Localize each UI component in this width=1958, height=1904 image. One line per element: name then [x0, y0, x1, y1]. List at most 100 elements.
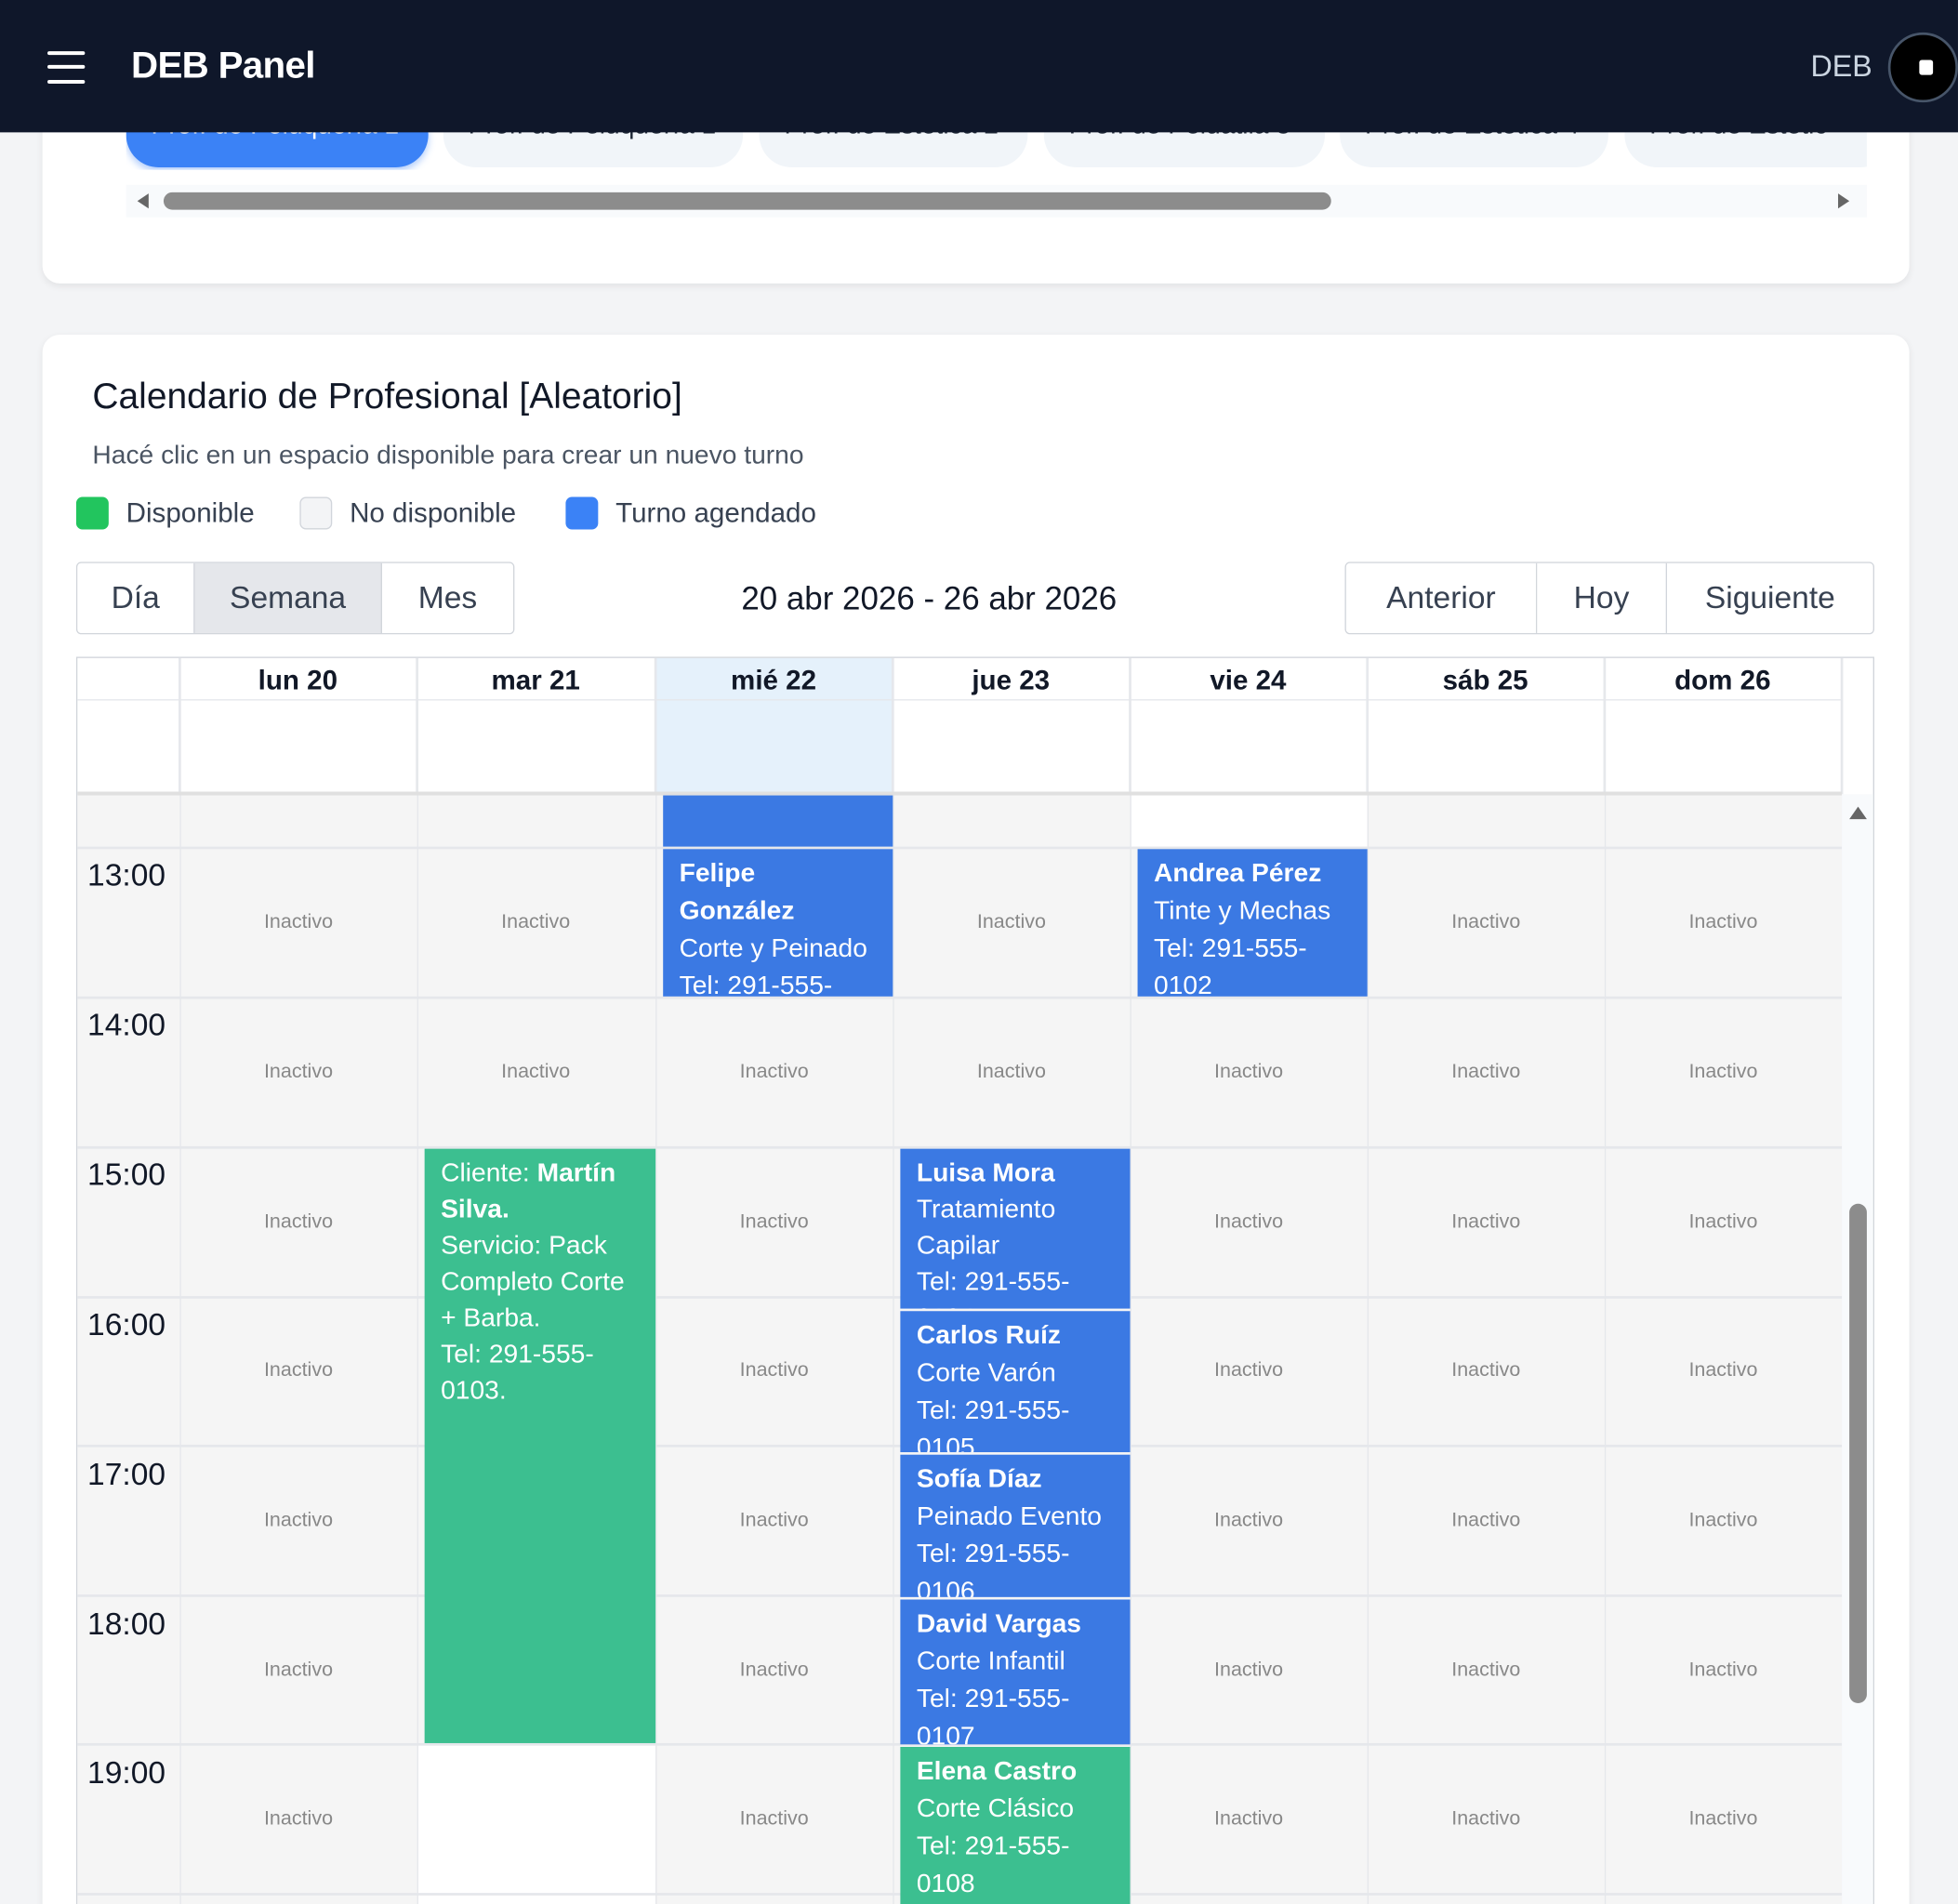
time-label: 13:00	[87, 857, 166, 893]
all-day-slot[interactable]	[1131, 700, 1368, 795]
day-header: mar 21	[417, 657, 656, 701]
inactive-slot-label: Inactivo	[1214, 1807, 1284, 1830]
time-label: 15:00	[87, 1157, 166, 1193]
day-header: jue 23	[893, 657, 1131, 701]
appointment-event[interactable]: Sofía Díaz Peinado Evento Tel: 291-555-0…	[900, 1454, 1131, 1597]
view-week-button[interactable]: Semana	[194, 562, 382, 633]
time-label: 18:00	[87, 1606, 166, 1643]
next-button[interactable]: Siguiente	[1667, 562, 1873, 633]
hour-line	[77, 996, 1843, 999]
all-day-slot[interactable]	[417, 700, 656, 795]
inactive-slot-label: Inactivo	[263, 1509, 334, 1531]
calendar-subtitle: Hacé clic en un espacio disponible para …	[92, 441, 804, 470]
view-day-button[interactable]: Día	[77, 562, 195, 633]
view-switcher: Día Semana Mes	[75, 562, 515, 635]
user-icon	[1919, 60, 1934, 75]
inactive-slot-label: Inactivo	[1688, 1210, 1758, 1233]
inactive-slot-label: Inactivo	[976, 1061, 1046, 1083]
available-slot[interactable]	[417, 1742, 656, 1904]
user-name: DEB	[1810, 49, 1872, 84]
day-header-today: mié 22	[655, 657, 893, 701]
inactive-slot-label: Inactivo	[1688, 1659, 1758, 1681]
time-label: 16:00	[87, 1307, 166, 1342]
inactive-slot-label: Inactivo	[1451, 1509, 1521, 1531]
scroll-right-arrow-icon[interactable]	[1838, 193, 1850, 209]
all-day-slot-today[interactable]	[655, 700, 893, 795]
view-month-button[interactable]: Mes	[381, 562, 514, 633]
day-header: sáb 25	[1367, 657, 1605, 701]
inactive-slot-label: Inactivo	[1451, 1659, 1521, 1681]
grid-divider	[77, 791, 1843, 796]
grid-divider	[1604, 657, 1607, 1904]
inactive-slot-label: Inactivo	[739, 1061, 809, 1083]
legend-item-booked: Turno agendado	[565, 496, 816, 530]
grid-divider	[179, 657, 181, 1904]
available-slot[interactable]	[1130, 794, 1368, 847]
date-range: 20 abr 2026 - 26 abr 2026	[741, 579, 1118, 617]
calendar-title: Calendario de Profesional [Aleatorio]	[92, 377, 682, 417]
day-column[interactable]	[179, 794, 417, 1904]
legend-item-unavailable: No disponible	[299, 496, 516, 530]
day-header: dom 26	[1604, 657, 1843, 701]
inactive-slot-label: Inactivo	[739, 1210, 809, 1233]
inactive-slot-label: Inactivo	[1688, 1061, 1758, 1083]
inactive-slot-label: Inactivo	[263, 1210, 334, 1233]
scrollbar-thumb[interactable]	[1849, 1203, 1867, 1703]
all-day-slot	[77, 700, 180, 795]
top-navbar: DEB Panel DEB	[0, 0, 1958, 133]
legend-swatch	[565, 496, 599, 530]
scroll-up-arrow-icon[interactable]	[1849, 806, 1867, 820]
inactive-slot-label: Inactivo	[1688, 911, 1758, 933]
inactive-slot-label: Inactivo	[976, 911, 1046, 933]
appointment-event[interactable]: Carlos Ruíz Corte Varón Tel: 291-555-010…	[900, 1311, 1131, 1453]
inactive-slot-label: Inactivo	[1688, 1359, 1758, 1382]
time-column-header	[77, 657, 180, 701]
time-label: 19:00	[87, 1755, 166, 1792]
inactive-slot-label: Inactivo	[263, 1807, 334, 1830]
time-gutter	[77, 794, 180, 1904]
appointment-event[interactable]: Andrea Pérez Tinte y Mechas Tel: 291-555…	[1137, 849, 1368, 997]
appointment-event[interactable]: David Vargas Corte Infantil Tel: 291-555…	[900, 1599, 1131, 1745]
inactive-slot-label: Inactivo	[1451, 911, 1521, 933]
inactive-slot-label: Inactivo	[501, 1061, 571, 1083]
appointment-event[interactable]: Cliente: Martín Silva. Servicio: Pack Co…	[424, 1148, 656, 1743]
inactive-slot-label: Inactivo	[739, 1359, 809, 1382]
appointment-event-continuation[interactable]	[663, 795, 893, 847]
inactive-slot-label: Inactivo	[1214, 1659, 1284, 1681]
inactive-slot-label: Inactivo	[1214, 1061, 1284, 1083]
horizontal-scrollbar[interactable]	[126, 184, 1867, 218]
inactive-slot-label: Inactivo	[739, 1807, 809, 1830]
all-day-slot[interactable]	[1605, 700, 1843, 795]
avatar[interactable]	[1887, 32, 1958, 103]
scroll-left-arrow-icon[interactable]	[137, 193, 149, 209]
appointment-event[interactable]: Felipe González Corte y Peinado Tel: 291…	[663, 849, 893, 997]
time-label: 17:00	[87, 1457, 166, 1493]
day-header: vie 24	[1130, 657, 1368, 701]
inactive-slot-label: Inactivo	[263, 911, 334, 933]
inactive-slot-label: Inactivo	[263, 1359, 334, 1382]
all-day-slot[interactable]	[179, 700, 417, 795]
day-column[interactable]	[1367, 794, 1605, 1904]
scrollbar-thumb[interactable]	[163, 192, 1331, 210]
inactive-slot-label: Inactivo	[501, 911, 571, 933]
inactive-slot-label: Inactivo	[1214, 1509, 1284, 1531]
calendar-navigation: Anterior Hoy Siguiente	[1344, 562, 1874, 635]
appointment-event[interactable]: Luisa Mora Tratamiento Capilar Tel: 291-…	[900, 1148, 1131, 1309]
legend-item-available: Disponible	[75, 496, 255, 530]
hour-line	[77, 846, 1843, 850]
grid-divider	[1367, 657, 1369, 1904]
menu-icon[interactable]	[47, 50, 86, 86]
vertical-scrollbar[interactable]	[1842, 794, 1873, 1904]
day-column[interactable]	[1604, 794, 1843, 1904]
inactive-slot-label: Inactivo	[1451, 1210, 1521, 1233]
grid-divider	[417, 657, 418, 1904]
previous-button[interactable]: Anterior	[1345, 562, 1538, 633]
today-button[interactable]: Hoy	[1537, 562, 1668, 633]
grid-divider	[655, 657, 657, 1904]
inactive-slot-label: Inactivo	[1451, 1061, 1521, 1083]
all-day-slot[interactable]	[893, 700, 1131, 795]
all-day-slot[interactable]	[1368, 700, 1605, 795]
time-label: 14:00	[87, 1007, 166, 1043]
inactive-slot-label: Inactivo	[263, 1659, 334, 1681]
appointment-event[interactable]: Elena Castro Corte Clásico Tel: 291-555-…	[900, 1746, 1131, 1904]
